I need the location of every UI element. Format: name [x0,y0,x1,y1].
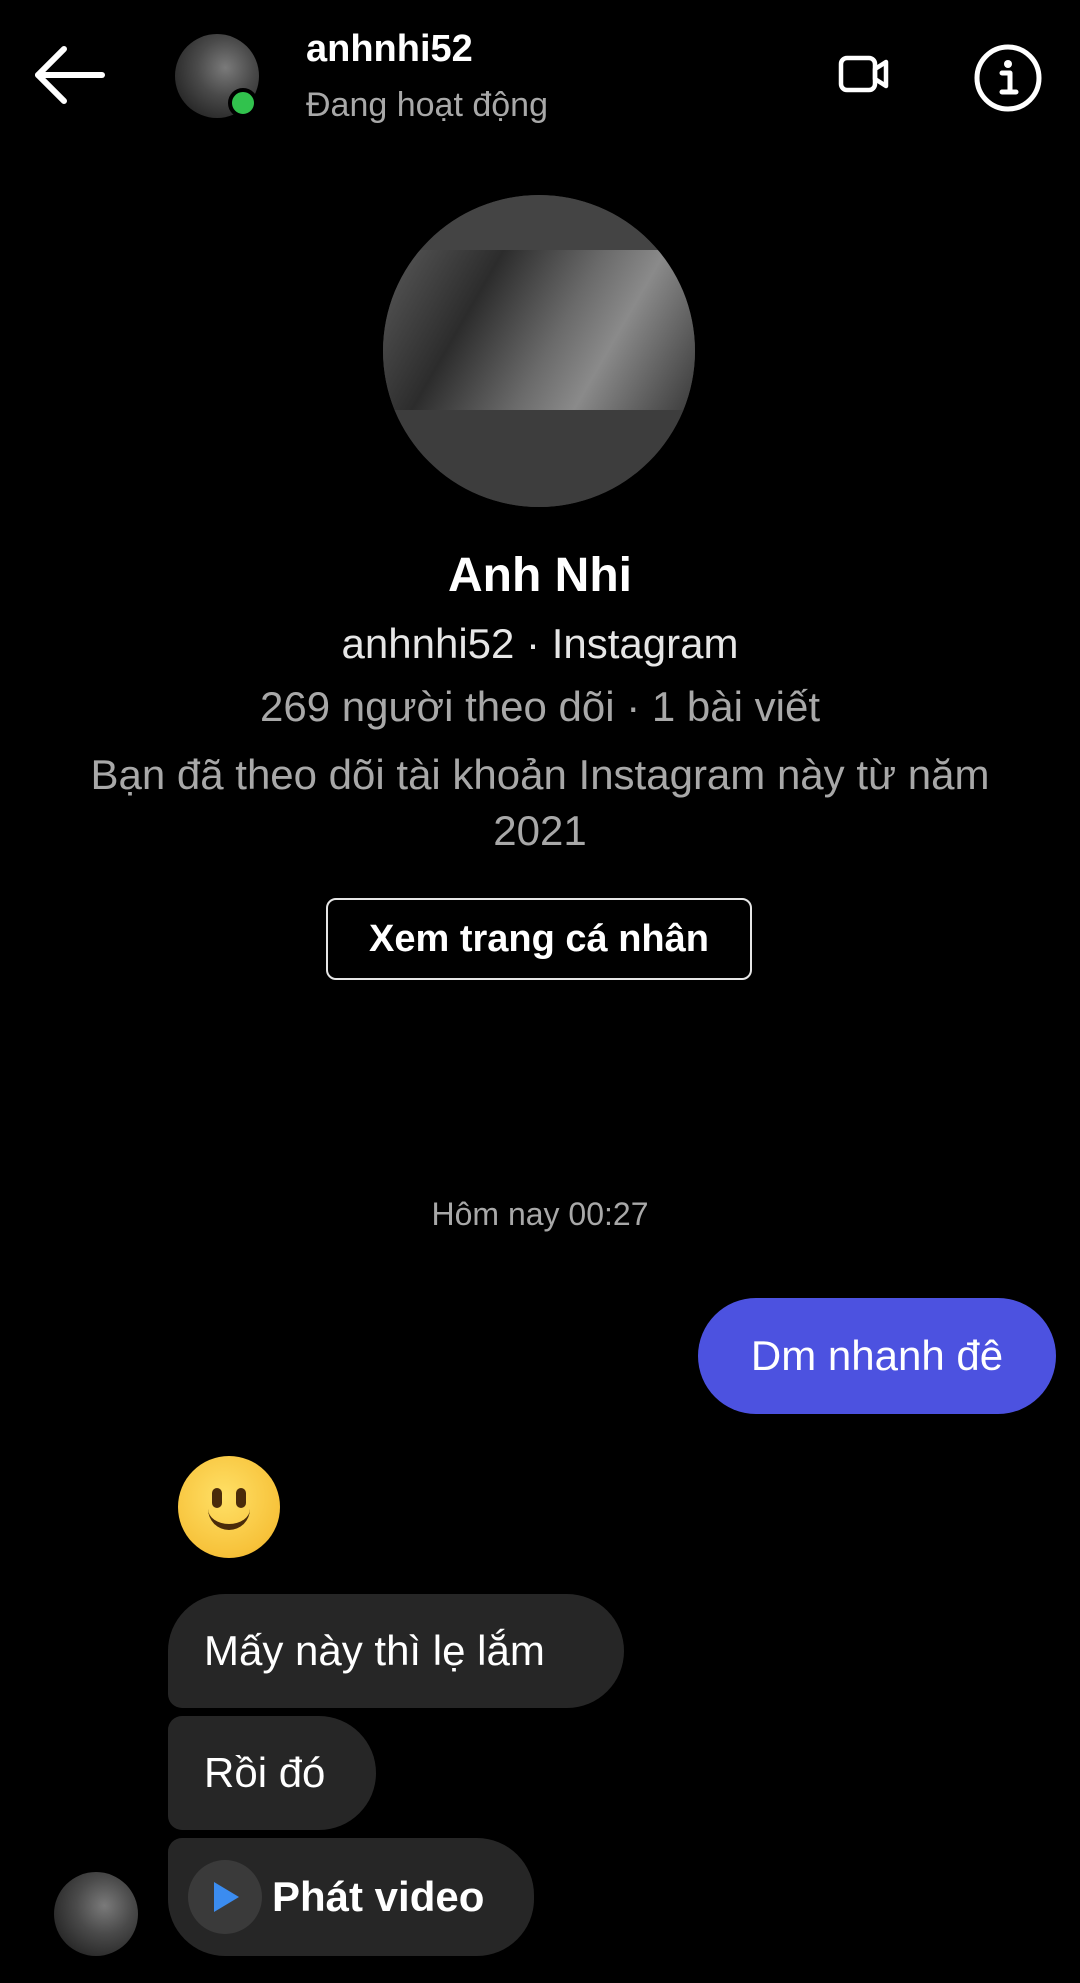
profile-picture[interactable] [383,195,695,507]
received-message-bubble[interactable]: Rồi đó [168,1716,376,1830]
info-button[interactable] [972,42,1044,114]
message-text: Rồi đó [204,1749,326,1796]
info-icon [974,44,1042,112]
profile-name: Anh Nhi [448,549,632,602]
play-video-button[interactable] [188,1860,262,1934]
play-icon [214,1882,239,1912]
smiling-face-emoji-message[interactable] [178,1456,280,1558]
header-active-status: Đang hoạt động [306,86,548,124]
message-timestamp: Hôm nay 00:27 [431,1196,649,1232]
video-camera-icon [838,55,889,93]
back-button[interactable] [30,40,110,110]
play-video-label: Phát video [272,1873,485,1920]
video-message-bubble[interactable]: Phát video [168,1838,534,1956]
received-message-bubble[interactable]: Mấy này thì lẹ lắm [168,1594,624,1708]
profile-follow-note: Bạn đã theo dõi tài khoản Instagram này … [90,751,990,854]
profile-handle: anhnhi52 · Instagram [341,620,739,667]
arrow-left-icon [35,46,105,104]
message-text: Mấy này thì lẹ lắm [204,1627,545,1674]
header-username[interactable]: anhnhi52 [306,28,473,71]
online-status-indicator [228,88,258,118]
video-call-button[interactable] [838,52,890,96]
view-profile-button[interactable]: Xem trang cá nhân [326,898,752,980]
sender-avatar[interactable] [54,1872,138,1956]
sent-message-bubble[interactable]: Dm nhanh đê [698,1298,1056,1414]
profile-stats: 269 người theo dõi · 1 bài viết [259,683,820,730]
